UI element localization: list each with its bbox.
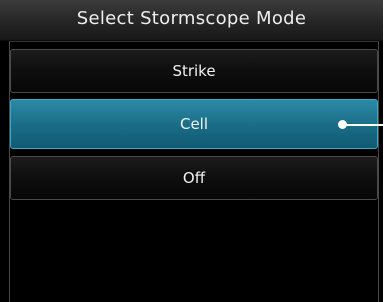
stormscope-mode-dialog: Select Stormscope Mode Strike Cell Off xyxy=(0,0,383,302)
callout-line xyxy=(346,124,386,126)
off-option-button[interactable]: Off xyxy=(10,156,378,200)
dialog-title: Select Stormscope Mode xyxy=(76,8,307,29)
strike-option-button[interactable]: Strike xyxy=(10,49,378,93)
cell-option-button[interactable]: Cell xyxy=(10,99,378,149)
title-bar: Select Stormscope Mode xyxy=(0,0,383,41)
